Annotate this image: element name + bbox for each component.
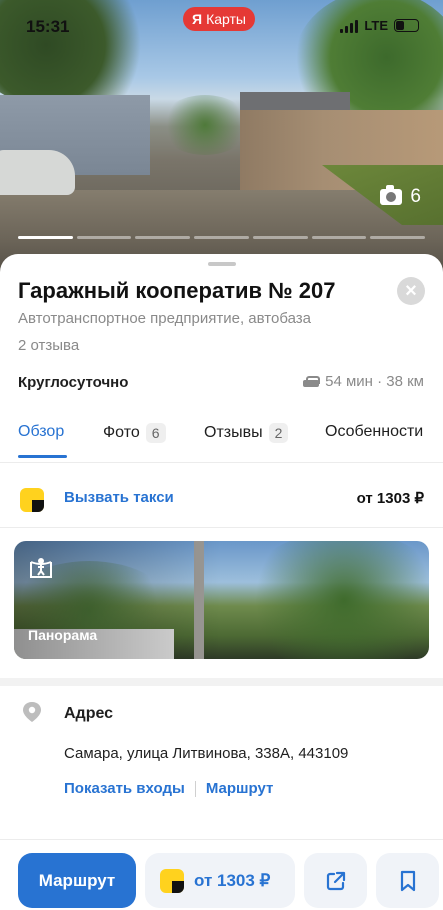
- section-divider: [0, 678, 443, 686]
- progress-segment: [135, 236, 191, 239]
- tab-label: Фото: [103, 424, 140, 441]
- taxi-button[interactable]: от 1303 ₽: [145, 853, 295, 908]
- photo-progress: [18, 236, 426, 239]
- sheet-grabber[interactable]: [208, 262, 236, 266]
- share-icon: [326, 871, 345, 890]
- taxi-row[interactable]: Вызвать такси от 1303 ₽: [0, 472, 443, 528]
- tab-count: 6: [145, 423, 166, 443]
- action-bar: Маршрут от 1303 ₽: [0, 839, 443, 910]
- car-icon: [303, 375, 321, 388]
- progress-segment: [370, 236, 426, 239]
- network-label: LTE: [364, 18, 388, 33]
- progress-segment: [194, 236, 249, 239]
- tab-photos[interactable]: Фото 6: [103, 423, 166, 443]
- taxi-button-price: от 1303 ₽: [194, 870, 271, 890]
- bookmark-button[interactable]: [376, 853, 439, 908]
- status-indicators: LTE: [340, 18, 419, 33]
- progress-segment: [18, 236, 73, 239]
- drive-time: 54 мин · 38 км: [325, 373, 424, 390]
- progress-segment: [311, 236, 367, 239]
- address-value[interactable]: Самара, улица Литвинова, 338А, 443109: [64, 745, 348, 762]
- yandex-go-icon: [160, 868, 184, 893]
- photo-count-value: 6: [410, 186, 421, 207]
- close-icon[interactable]: ×: [397, 277, 425, 305]
- tab-label: Особенности: [325, 423, 424, 440]
- location-pin-icon: [23, 702, 41, 722]
- link-separator: [194, 780, 196, 797]
- place-photo[interactable]: [0, 0, 443, 275]
- reviews-count[interactable]: 2 отзыва: [18, 337, 79, 354]
- photo-tree: [160, 95, 250, 155]
- battery-icon: [394, 19, 419, 32]
- place-title: Гаражный кооператив № 207: [18, 278, 336, 303]
- place-category: Автотранспортное предприятие, автобаза: [18, 310, 311, 327]
- yandex-logo: Я: [192, 11, 203, 27]
- signal-icon: [340, 19, 359, 33]
- status-time: 15:31: [26, 17, 70, 36]
- tab-features[interactable]: Особенности: [325, 423, 423, 441]
- address-heading: Адрес: [64, 705, 114, 722]
- show-entrances-link[interactable]: Показать входы: [64, 780, 185, 797]
- taxi-label: Вызвать такси: [64, 489, 174, 506]
- tab-overview[interactable]: Обзор: [18, 423, 64, 441]
- tab-label: Обзор: [18, 423, 65, 440]
- photo-car: [0, 150, 75, 195]
- panorama-card[interactable]: Панорама: [14, 541, 429, 659]
- screen: 15:31 LTE Я Карты 6 × Гаражный кооперати…: [0, 0, 443, 910]
- tab-reviews[interactable]: Отзывы 2: [204, 423, 289, 443]
- photo-count[interactable]: 6: [380, 185, 421, 208]
- progress-segment: [76, 236, 132, 239]
- share-button[interactable]: [304, 853, 367, 908]
- drive-info[interactable]: 54 мин · 38 км: [303, 373, 424, 390]
- app-badge: Я Карты: [183, 7, 255, 31]
- panorama-label: Панорама: [28, 627, 98, 643]
- route-link[interactable]: Маршрут: [206, 780, 274, 797]
- progress-segment: [252, 236, 308, 239]
- active-tab-indicator: [18, 455, 67, 458]
- tab-bar: Обзор Фото 6 Отзывы 2 Особенности: [0, 415, 443, 463]
- bookmark-icon: [400, 870, 415, 891]
- panorama-icon: [30, 558, 52, 578]
- address-links: Показать входы Маршрут: [64, 780, 273, 797]
- yandex-go-icon: [20, 488, 44, 512]
- opening-hours: Круглосуточно: [18, 374, 129, 391]
- app-badge-label: Карты: [206, 11, 246, 27]
- camera-icon: [380, 185, 403, 205]
- tab-count: 2: [268, 423, 289, 443]
- place-card: × Гаражный кооператив № 207 Автотранспор…: [0, 254, 443, 910]
- photo-tree: [0, 0, 160, 110]
- route-button[interactable]: Маршрут: [18, 853, 136, 908]
- tab-label: Отзывы: [204, 424, 263, 441]
- taxi-price: от 1303 ₽: [356, 490, 424, 507]
